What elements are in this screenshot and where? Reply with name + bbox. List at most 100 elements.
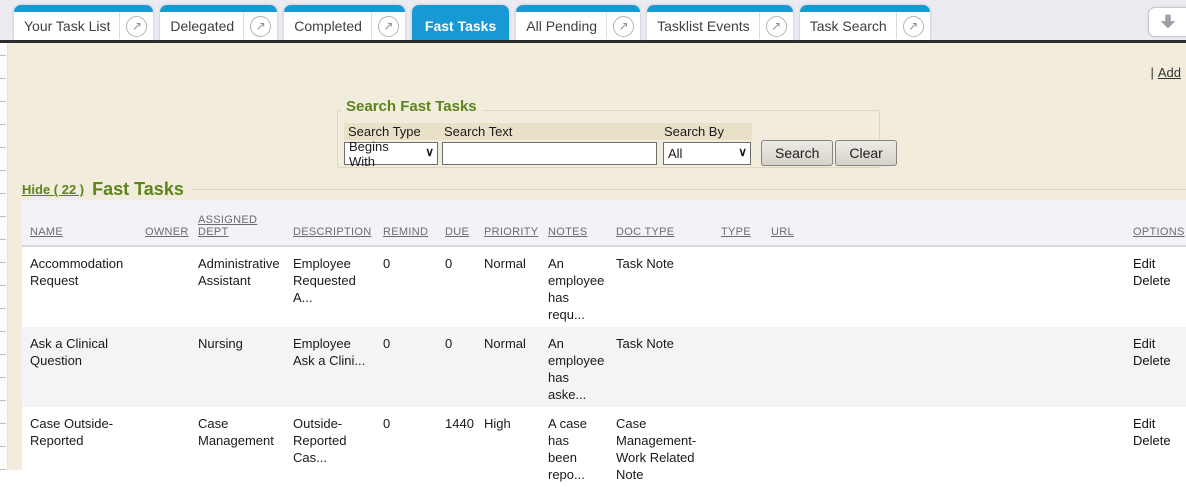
cell-owner (137, 246, 190, 327)
popout-icon[interactable]: ↗ (903, 16, 924, 37)
tab-label: All Pending (526, 18, 606, 34)
cell-remind: 0 (375, 327, 437, 407)
cell-type (713, 246, 763, 327)
cell-options: Edit Delete (1125, 327, 1186, 407)
tab-label: Your Task List (24, 18, 119, 34)
tab-accent-bar (800, 5, 930, 12)
cell-options: Edit Delete (1125, 246, 1186, 327)
popout-icon[interactable]: ↗ (378, 16, 399, 37)
chevron-down-icon: ∨ (425, 145, 434, 159)
search-labels-band: Search Type Search Text Search By (344, 123, 752, 140)
col-header-priority[interactable]: PRIORITY (476, 200, 540, 246)
table-row: Accommodation Request Administrative Ass… (22, 246, 1186, 327)
cell-priority: Normal (476, 327, 540, 407)
chevron-down-icon: ∨ (738, 145, 747, 159)
tab-tasklist-events[interactable]: Tasklist Events ↗ (647, 5, 793, 40)
table-row: Case Outside-Reported Case Management Ou… (22, 407, 1186, 487)
delete-link[interactable]: Delete (1133, 272, 1184, 289)
cell-url (763, 407, 1125, 487)
left-edge-gutter (0, 0, 8, 470)
cell-description: Employee Ask a Clini... (285, 327, 375, 407)
col-header-owner[interactable]: OWNER (137, 200, 190, 246)
search-by-select[interactable]: All ∨ (663, 142, 751, 165)
tab-label: Fast Tasks (425, 18, 496, 34)
col-header-notes[interactable]: NOTES (540, 200, 608, 246)
table-header-row: NAME OWNER ASSIGNED DEPT DESCRIPTION REM… (22, 200, 1186, 246)
add-task-link[interactable]: Add (1158, 65, 1181, 80)
delete-link[interactable]: Delete (1133, 352, 1184, 369)
tab-accent-bar (284, 5, 405, 12)
tab-divider (896, 13, 897, 39)
collapse-tabs-button[interactable] (1148, 7, 1186, 37)
cell-due: 1440 (437, 407, 476, 487)
cell-doc-type: Task Note (608, 327, 713, 407)
search-controls: Begins With ∨ All ∨ Search Clear (344, 142, 897, 166)
tab-label: Completed (294, 18, 371, 34)
col-header-type[interactable]: TYPE (713, 200, 763, 246)
header-rule (192, 189, 1186, 190)
cell-priority: High (476, 407, 540, 487)
delete-link[interactable]: Delete (1133, 432, 1184, 449)
cell-owner (137, 407, 190, 487)
popout-icon[interactable]: ↗ (250, 16, 271, 37)
cell-notes: An employee has aske... (540, 327, 608, 407)
tab-divider (371, 13, 372, 39)
tab-accent-bar (14, 5, 153, 12)
search-text-input[interactable] (442, 142, 657, 165)
tab-completed[interactable]: Completed ↗ (284, 5, 405, 40)
tab-fast-tasks[interactable]: Fast Tasks (412, 5, 509, 40)
tab-delegated[interactable]: Delegated ↗ (160, 5, 277, 40)
col-header-options[interactable]: OPTIONS (1125, 200, 1186, 246)
edit-link[interactable]: Edit (1133, 255, 1184, 272)
task-tab-bar: Your Task List ↗ Delegated ↗ Completed ↗… (0, 0, 1186, 43)
search-fast-tasks-section: Search Fast Tasks Search Type Search Tex… (337, 98, 880, 168)
clear-button[interactable]: Clear (835, 140, 896, 166)
search-section-title: Search Fast Tasks (341, 98, 482, 115)
col-header-remind[interactable]: REMIND (375, 200, 437, 246)
search-type-label: Search Type (348, 124, 421, 139)
gutter-tick-marks (0, 10, 6, 480)
col-header-assigned-dept[interactable]: ASSIGNED DEPT (190, 200, 285, 246)
popout-icon[interactable]: ↗ (613, 16, 634, 37)
search-text-label: Search Text (444, 124, 512, 139)
tab-accent-bar (160, 5, 277, 12)
cell-options: Edit Delete (1125, 407, 1186, 487)
list-title: Fast Tasks (92, 179, 184, 200)
tab-all-pending[interactable]: All Pending ↗ (516, 5, 640, 40)
cell-url (763, 327, 1125, 407)
hide-count-link[interactable]: Hide ( 22 ) (22, 182, 84, 197)
cell-remind: 0 (375, 407, 437, 487)
arrow-down-icon (1157, 11, 1179, 33)
cell-type (713, 407, 763, 487)
tab-label: Delegated (170, 18, 243, 34)
edit-link[interactable]: Edit (1133, 415, 1184, 432)
popout-icon[interactable]: ↗ (126, 16, 147, 37)
tab-divider (119, 13, 120, 39)
tab-your-task-list[interactable]: Your Task List ↗ (14, 5, 153, 40)
cell-notes: An employee has requ... (540, 246, 608, 327)
popout-icon[interactable]: ↗ (766, 16, 787, 37)
tab-divider (243, 13, 244, 39)
col-header-due[interactable]: DUE (437, 200, 476, 246)
cell-name: Ask a Clinical Question (22, 327, 137, 407)
edit-link[interactable]: Edit (1133, 335, 1184, 352)
cell-doc-type: Task Note (608, 246, 713, 327)
search-type-select[interactable]: Begins With ∨ (344, 142, 438, 165)
tab-task-search[interactable]: Task Search ↗ (800, 5, 930, 40)
cell-doc-type: Case Management-Work Related Note (608, 407, 713, 487)
cell-notes: A case has been repo... (540, 407, 608, 487)
tab-label: Task Search (810, 18, 896, 34)
tab-accent-bar (412, 5, 509, 12)
tab-accent-bar (516, 5, 640, 12)
cell-due: 0 (437, 327, 476, 407)
cell-url (763, 246, 1125, 327)
table-row: Ask a Clinical Question Nursing Employee… (22, 327, 1186, 407)
col-header-url[interactable]: URL (763, 200, 1125, 246)
cell-assigned-dept: Case Management (190, 407, 285, 487)
col-header-description[interactable]: DESCRIPTION (285, 200, 375, 246)
search-button[interactable]: Search (761, 140, 833, 166)
cell-description: Employee Requested A... (285, 246, 375, 327)
col-header-name[interactable]: NAME (22, 200, 137, 246)
search-type-value: Begins With (349, 139, 417, 169)
col-header-doc-type[interactable]: DOC TYPE (608, 200, 713, 246)
